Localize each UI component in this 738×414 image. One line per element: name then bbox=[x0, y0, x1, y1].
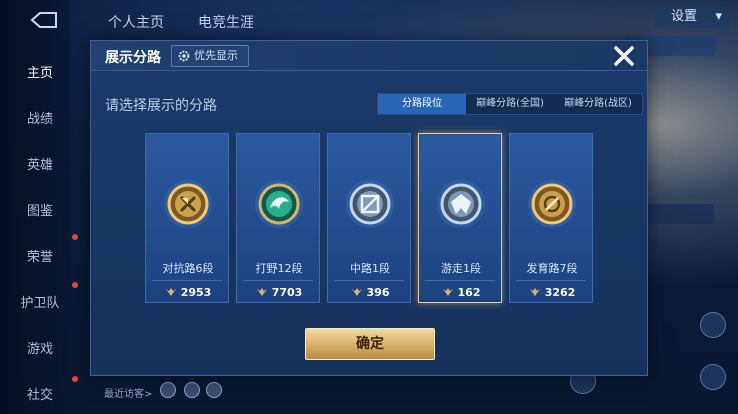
avatar[interactable] bbox=[184, 382, 200, 398]
farm-lane-emblem-icon bbox=[528, 180, 576, 228]
score-icon bbox=[256, 288, 267, 296]
priority-display-button[interactable]: 优先显示 bbox=[171, 45, 249, 67]
nav-item-home[interactable]: 主页 bbox=[0, 62, 80, 81]
card-divider bbox=[334, 280, 404, 281]
lane-display-modal: 展示分路 优先显示 请选择展示的分路 分路段位 巅峰分路(全国) 巅峰分路(战区… bbox=[90, 40, 648, 376]
left-nav: 主页 战绩 英雄 图鉴 荣誉 护卫队 游戏 社交 bbox=[0, 0, 78, 414]
lane-card-mid[interactable]: 中路1段 396 bbox=[327, 133, 411, 303]
modal-header: 展示分路 优先显示 bbox=[91, 41, 647, 71]
nav-item-honor[interactable]: 荣誉 bbox=[0, 246, 80, 265]
notification-dot bbox=[72, 282, 78, 288]
avatar[interactable] bbox=[206, 382, 222, 398]
back-arrow-icon[interactable] bbox=[22, 10, 62, 30]
lane-score-value: 7703 bbox=[271, 286, 303, 299]
lane-card-roam[interactable]: 游走1段 162 bbox=[418, 133, 502, 303]
card-divider bbox=[516, 280, 586, 281]
lane-rank-label: 游走1段 bbox=[441, 262, 481, 275]
lane-score: 7703 bbox=[237, 286, 321, 299]
modal-title: 展示分路 bbox=[105, 50, 161, 66]
tab-profile[interactable]: 个人主页 bbox=[108, 12, 164, 32]
lane-rank-label: 中路1段 bbox=[350, 262, 390, 275]
lane-score-value: 3262 bbox=[544, 286, 576, 299]
avatar[interactable] bbox=[160, 382, 176, 398]
roam-emblem-icon bbox=[437, 180, 485, 228]
lane-rank-label: 发育路7段 bbox=[526, 262, 578, 275]
tab-peak-national[interactable]: 巅峰分路(全国) bbox=[466, 94, 554, 114]
score-icon bbox=[351, 288, 362, 296]
lane-score: 396 bbox=[328, 286, 412, 299]
modal-subtitle: 请选择展示的分路 bbox=[105, 98, 217, 114]
notification-dot bbox=[72, 376, 78, 382]
nav-item-codex[interactable]: 图鉴 bbox=[0, 200, 80, 219]
lane-score-value: 2953 bbox=[180, 286, 212, 299]
lane-card-farm[interactable]: 发育路7段 3262 bbox=[509, 133, 593, 303]
settings-label: 设置 bbox=[671, 9, 698, 24]
lane-score: 162 bbox=[419, 286, 503, 299]
mid-lane-emblem-icon bbox=[346, 180, 394, 228]
lane-score: 3262 bbox=[510, 286, 594, 299]
clash-lane-emblem-icon bbox=[164, 180, 212, 228]
nav-item-record[interactable]: 战绩 bbox=[0, 108, 80, 127]
jungle-emblem-icon bbox=[255, 180, 303, 228]
lane-card-clash[interactable]: 对抗路6段 2953 bbox=[145, 133, 229, 303]
nav-item-game[interactable]: 游戏 bbox=[0, 338, 80, 357]
tab-esports[interactable]: 电竞生涯 bbox=[198, 12, 254, 32]
lane-card-jungle[interactable]: 打野12段 7703 bbox=[236, 133, 320, 303]
priority-display-label: 优先显示 bbox=[194, 49, 238, 62]
recent-visitors-link[interactable]: 最近访客> bbox=[104, 385, 152, 400]
lane-tab-group: 分路段位 巅峰分路(全国) 巅峰分路(战区) bbox=[377, 93, 643, 115]
card-divider bbox=[243, 280, 313, 281]
lane-score: 2953 bbox=[146, 286, 230, 299]
card-divider bbox=[152, 280, 222, 281]
score-icon bbox=[165, 288, 176, 296]
card-divider bbox=[425, 280, 495, 281]
score-icon bbox=[529, 288, 540, 296]
background-round-button[interactable] bbox=[700, 312, 726, 338]
nav-item-social[interactable]: 社交 bbox=[0, 384, 80, 403]
score-icon bbox=[442, 288, 453, 296]
notification-dot bbox=[72, 234, 78, 240]
lane-score-value: 396 bbox=[366, 286, 390, 299]
confirm-button[interactable]: 确定 bbox=[305, 328, 435, 360]
gear-icon bbox=[178, 50, 190, 62]
nav-item-guard[interactable]: 护卫队 bbox=[0, 292, 80, 311]
settings-button[interactable]: 设置 ▾ bbox=[655, 6, 730, 28]
lane-rank-label: 对抗路6段 bbox=[162, 262, 214, 275]
tab-lane-rank[interactable]: 分路段位 bbox=[378, 94, 466, 114]
close-icon[interactable] bbox=[611, 43, 637, 69]
chevron-down-icon: ▾ bbox=[715, 9, 722, 24]
background-round-button[interactable] bbox=[700, 364, 726, 390]
tab-peak-region[interactable]: 巅峰分路(战区) bbox=[554, 94, 642, 114]
lane-score-value: 162 bbox=[457, 286, 481, 299]
nav-item-heroes[interactable]: 英雄 bbox=[0, 154, 80, 173]
lane-rank-label: 打野12段 bbox=[255, 262, 303, 275]
